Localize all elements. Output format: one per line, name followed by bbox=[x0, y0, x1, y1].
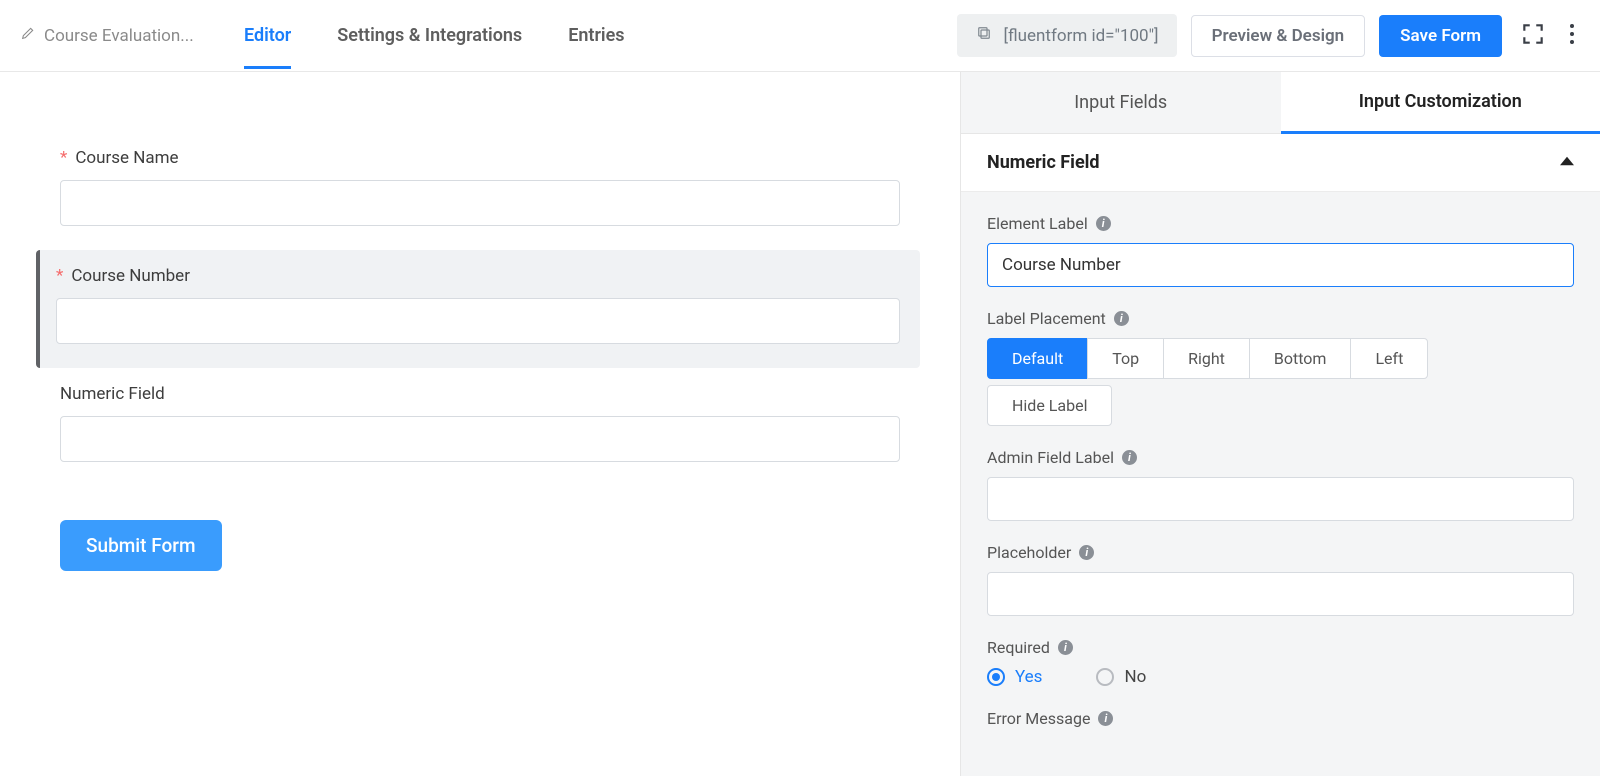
placement-top[interactable]: Top bbox=[1087, 338, 1164, 379]
top-bar: Course Evaluation... Editor Settings & I… bbox=[0, 0, 1600, 72]
work-area: * Course Name * Course Number Numeric Fi… bbox=[0, 72, 1600, 776]
required-star: * bbox=[60, 148, 67, 168]
section-header[interactable]: Numeric Field bbox=[961, 134, 1600, 192]
placement-hide[interactable]: Hide Label bbox=[987, 385, 1112, 426]
text-input[interactable] bbox=[56, 298, 900, 344]
radio-icon bbox=[1096, 668, 1114, 686]
field-course-name[interactable]: * Course Name bbox=[40, 132, 920, 250]
tab-input-customization[interactable]: Input Customization bbox=[1281, 72, 1600, 134]
field-label: * Course Number bbox=[56, 266, 900, 286]
element-label-input[interactable] bbox=[987, 243, 1574, 287]
copy-icon bbox=[975, 24, 993, 47]
info-icon[interactable]: i bbox=[1096, 216, 1111, 231]
info-icon[interactable]: i bbox=[1122, 450, 1137, 465]
nav-tabs: Editor Settings & Integrations Entries bbox=[244, 3, 625, 68]
required-star: * bbox=[56, 266, 63, 286]
tab-settings[interactable]: Settings & Integrations bbox=[337, 3, 522, 68]
submit-button[interactable]: Submit Form bbox=[60, 520, 222, 571]
section-title: Numeric Field bbox=[987, 152, 1100, 173]
placement-default[interactable]: Default bbox=[987, 338, 1088, 379]
setting-placeholder: Placeholder i bbox=[987, 543, 1574, 616]
panel-body: Element Label i Label Placement i Defaul… bbox=[961, 192, 1600, 776]
preview-button[interactable]: Preview & Design bbox=[1191, 15, 1366, 57]
placement-left[interactable]: Left bbox=[1350, 338, 1428, 379]
tab-input-fields[interactable]: Input Fields bbox=[961, 72, 1281, 133]
text-input[interactable] bbox=[60, 180, 900, 226]
admin-label-input[interactable] bbox=[987, 477, 1574, 521]
setting-caption: Error Message i bbox=[987, 709, 1574, 728]
radio-icon bbox=[987, 668, 1005, 686]
chevron-up-icon bbox=[1560, 152, 1574, 173]
required-no[interactable]: No bbox=[1096, 667, 1146, 687]
tab-entries[interactable]: Entries bbox=[568, 3, 624, 68]
info-icon[interactable]: i bbox=[1058, 640, 1073, 655]
form-title-text: Course Evaluation... bbox=[44, 26, 194, 46]
required-yes[interactable]: Yes bbox=[987, 667, 1042, 687]
field-course-number[interactable]: * Course Number bbox=[36, 250, 920, 368]
setting-caption: Required i bbox=[987, 638, 1574, 657]
setting-caption: Label Placement i bbox=[987, 309, 1574, 328]
setting-error-message: Error Message i bbox=[987, 709, 1574, 728]
form-canvas: * Course Name * Course Number Numeric Fi… bbox=[0, 72, 960, 776]
info-icon[interactable]: i bbox=[1079, 545, 1094, 560]
required-radio-group: Yes No bbox=[987, 667, 1574, 687]
info-icon[interactable]: i bbox=[1098, 711, 1113, 726]
more-menu-icon[interactable] bbox=[1564, 24, 1580, 48]
info-icon[interactable]: i bbox=[1114, 311, 1129, 326]
placement-button-group: Default Top Right Bottom Left bbox=[987, 338, 1574, 379]
setting-admin-label: Admin Field Label i bbox=[987, 448, 1574, 521]
placeholder-input[interactable] bbox=[987, 572, 1574, 616]
text-input[interactable] bbox=[60, 416, 900, 462]
setting-label-placement: Label Placement i Default Top Right Bott… bbox=[987, 309, 1574, 426]
tab-editor[interactable]: Editor bbox=[244, 3, 291, 68]
field-numeric[interactable]: Numeric Field bbox=[40, 368, 920, 486]
panel-tabs: Input Fields Input Customization bbox=[961, 72, 1600, 134]
edit-icon bbox=[20, 25, 36, 46]
field-label: * Course Name bbox=[60, 148, 900, 168]
field-label: Numeric Field bbox=[60, 384, 900, 404]
setting-element-label: Element Label i bbox=[987, 214, 1574, 287]
setting-caption: Element Label i bbox=[987, 214, 1574, 233]
setting-caption: Placeholder i bbox=[987, 543, 1574, 562]
shortcode-text: [fluentform id="100"] bbox=[1003, 26, 1158, 46]
placement-bottom[interactable]: Bottom bbox=[1249, 338, 1352, 379]
topbar-right: [fluentform id="100"] Preview & Design S… bbox=[957, 14, 1580, 57]
setting-caption: Admin Field Label i bbox=[987, 448, 1574, 467]
fullscreen-icon[interactable] bbox=[1516, 17, 1550, 55]
placement-right[interactable]: Right bbox=[1163, 338, 1250, 379]
side-panel: Input Fields Input Customization Numeric… bbox=[960, 72, 1600, 776]
form-title[interactable]: Course Evaluation... bbox=[20, 25, 220, 46]
setting-required: Required i Yes No bbox=[987, 638, 1574, 687]
shortcode-display[interactable]: [fluentform id="100"] bbox=[957, 14, 1176, 57]
save-button[interactable]: Save Form bbox=[1379, 15, 1502, 57]
